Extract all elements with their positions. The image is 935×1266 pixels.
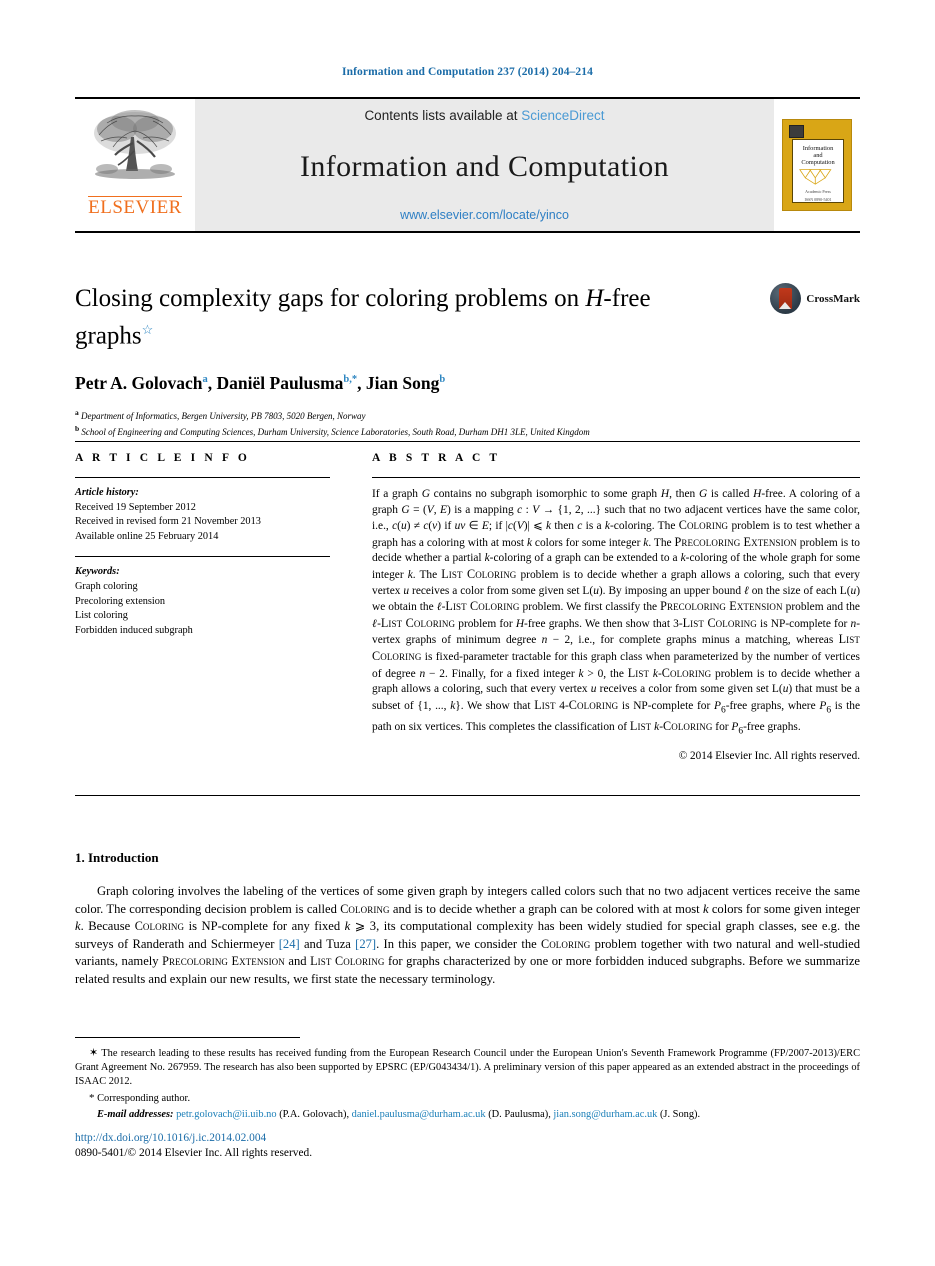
cover-footer-line2: ISSN 0890-5401 — [804, 197, 832, 202]
divider-info — [75, 477, 330, 478]
keyword-item: Forbidden induced subgraph — [75, 624, 193, 636]
introduction-paragraph: Graph coloring involves the labeling of … — [75, 884, 860, 986]
keywords-label: Keywords: — [75, 566, 120, 578]
cover-title-line1: Information — [802, 145, 834, 152]
elsevier-wordmark: ELSEVIER — [88, 196, 182, 218]
citation-link-27[interactable]: [27] — [355, 937, 376, 951]
affiliation-a: a Department of Informatics, Bergen Univ… — [75, 407, 860, 423]
introduction-heading: 1. Introduction — [75, 850, 159, 865]
abstract-text: If a graph G contains no subgraph isomor… — [372, 488, 861, 736]
crossmark-badge[interactable]: CrossMark — [770, 283, 860, 314]
running-head: Information and Computation 237 (2014) 2… — [342, 66, 593, 78]
abstract-copyright: © 2014 Elsevier Inc. All rights reserved… — [678, 750, 860, 763]
keyword-item: Graph coloring — [75, 580, 138, 592]
page-footer: http://dx.doi.org/10.1016/j.ic.2014.02.0… — [75, 1131, 860, 1161]
email-link-golovach[interactable]: petr.golovach@ii.uib.no — [176, 1109, 276, 1120]
elsevier-logo: ELSEVIER — [75, 99, 195, 231]
footnote-divider — [75, 1037, 300, 1038]
abstract-heading: A B S T R A C T — [372, 452, 501, 464]
journal-band: Contents lists available at ScienceDirec… — [195, 99, 774, 231]
affiliation-text-a: Department of Informatics, Bergen Univer… — [81, 411, 366, 422]
divider-abstract — [372, 477, 860, 478]
article-info-column: A R T I C L E I N F O Article history: R… — [75, 452, 330, 638]
title-italic-H: H — [585, 285, 604, 312]
author-mark-3: b — [439, 374, 446, 386]
page-title: Closing complexity gaps for coloring pro… — [75, 283, 715, 351]
contents-prefix: Contents lists available at — [364, 108, 522, 123]
email-person-paulusma: (D. Paulusma) — [488, 1108, 549, 1120]
cover-graph-motif-icon — [799, 169, 832, 185]
footnote-emails: E-mail addresses: petr.golovach@ii.uib.n… — [97, 1108, 701, 1120]
author-mark-1: a — [202, 374, 208, 386]
cover-publisher-icon — [789, 125, 804, 138]
affiliation-text-b: School of Engineering and Computing Scie… — [81, 426, 590, 437]
doi-link[interactable]: http://dx.doi.org/10.1016/j.ic.2014.02.0… — [75, 1131, 860, 1146]
journal-homepage-link[interactable]: www.elsevier.com/locate/yinco — [400, 208, 569, 222]
author-mark-2: b,* — [343, 374, 358, 386]
email-person-song: (J. Song) — [659, 1108, 698, 1120]
citation-link-24[interactable]: [24] — [279, 937, 300, 951]
elsevier-tree-icon — [94, 110, 176, 179]
history-item-received: Received 19 September 2012 — [75, 501, 196, 513]
footnote-funding-text: The research leading to these results ha… — [75, 1048, 860, 1088]
title-part-1: Closing complexity gaps for coloring pro… — [75, 285, 586, 312]
footnote-corresponding-text: Corresponding author. — [97, 1092, 191, 1104]
affiliation-mark-b: b — [75, 423, 80, 433]
keyword-item: List coloring — [75, 610, 128, 622]
affiliation-mark-a: a — [75, 408, 79, 418]
cover-footer-line1: Academic Press — [805, 189, 831, 194]
cover-title-line3: Computation — [801, 159, 835, 166]
journal-masthead: ELSEVIER Contents lists available at Sci… — [75, 97, 860, 233]
footnote-corresponding-author: * Corresponding author. — [75, 1091, 860, 1106]
divider-keywords — [75, 556, 330, 558]
crossmark-label: CrossMark — [806, 292, 860, 305]
article-info-heading: A R T I C L E I N F O — [75, 452, 250, 464]
footnote-asterisk-icon: * — [89, 1091, 95, 1104]
divider-above-abstract — [75, 441, 860, 442]
contents-available-line: Contents lists available at ScienceDirec… — [364, 108, 604, 123]
cover-inner-panel: Information and Computation Academic Pre… — [792, 139, 844, 203]
footnote-funding: ✶ The research leading to these results … — [75, 1046, 860, 1090]
affiliation-list: a Department of Informatics, Bergen Univ… — [75, 407, 860, 438]
author-list: Petr A. Golovacha, Daniël Paulusmab,*, J… — [75, 373, 446, 394]
article-history-block: Article history: Received 19 September 2… — [75, 486, 330, 544]
author-name-3[interactable]: Jian Song — [366, 373, 439, 393]
keyword-item: Precoloring extension — [75, 595, 166, 607]
article-history-label: Article history: — [75, 487, 139, 498]
emails-label: E-mail addresses: — [97, 1108, 174, 1120]
keywords-block: Keywords: Graph coloring Precoloring ext… — [75, 565, 330, 638]
email-person-golovach: (P.A. Golovach) — [279, 1108, 347, 1120]
cover-title-line2: and — [813, 152, 823, 159]
history-item-revised: Received in revised form 21 November 201… — [75, 516, 261, 528]
sciencedirect-link[interactable]: ScienceDirect — [521, 108, 604, 123]
abstract-column: A B S T R A C T If a graph G contains no… — [372, 452, 860, 762]
issn-copyright-line: 0890-5401/© 2014 Elsevier Inc. All right… — [75, 1147, 313, 1159]
email-link-paulusma[interactable]: daniel.paulusma@durham.ac.uk — [352, 1109, 486, 1120]
title-block: CrossMark Closing complexity gaps for co… — [75, 283, 860, 438]
footnote-block: ✶ The research leading to these results … — [75, 1046, 860, 1122]
introduction-section: 1. Introduction Graph coloring involves … — [75, 850, 860, 989]
email-link-song[interactable]: jian.song@durham.ac.uk — [553, 1109, 657, 1120]
history-item-online: Available online 25 February 2014 — [75, 530, 219, 542]
author-name-1[interactable]: Petr A. Golovach — [75, 373, 203, 393]
footnote-star-icon: ✶ — [89, 1047, 99, 1059]
cover-box: Information and Computation Academic Pre… — [782, 119, 852, 211]
journal-title: Information and Computation — [299, 149, 670, 183]
journal-cover-thumbnail[interactable]: Information and Computation Academic Pre… — [774, 99, 860, 231]
author-name-2[interactable]: Daniël Paulusma — [217, 373, 344, 393]
affiliation-b: b School of Engineering and Computing Sc… — [75, 423, 860, 439]
title-footnote-star-icon[interactable]: ☆ — [142, 322, 154, 337]
journal-article-page: Information and Computation 237 (2014) 2… — [0, 0, 935, 1266]
crossmark-icon — [770, 283, 802, 314]
divider-below-abstract — [75, 795, 860, 796]
